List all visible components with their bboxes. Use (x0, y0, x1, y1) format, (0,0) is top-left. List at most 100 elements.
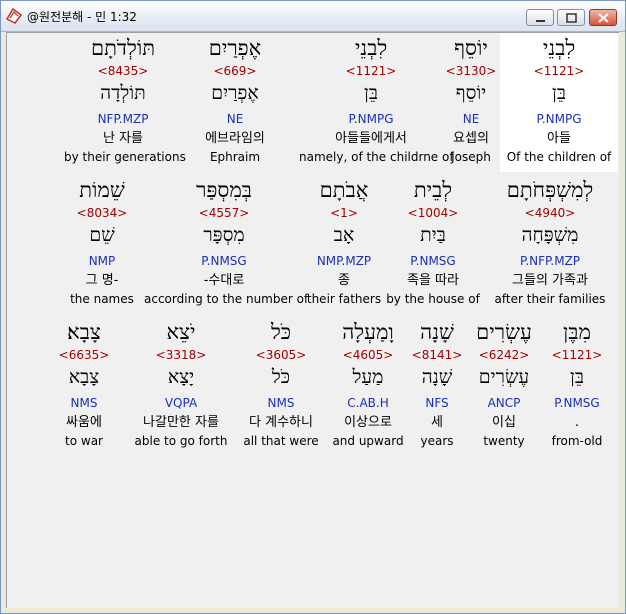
hebrew-word: וָמַעְלָה (342, 320, 394, 344)
korean-gloss: 그 명- (85, 273, 119, 288)
english-gloss: the names (70, 292, 134, 306)
morphology-code: NMP (88, 254, 116, 268)
morphology-code: C.AB.H (347, 396, 389, 410)
strong-number[interactable]: <1> (294, 206, 394, 220)
maximize-button[interactable] (557, 9, 585, 26)
title-bar[interactable]: @원전분해 - 민 1:32 (1, 1, 625, 32)
strong-number[interactable]: <4605> (328, 348, 408, 362)
hebrew-root: אֶפְרַיִם (211, 82, 259, 104)
strong-number[interactable]: <3318> (127, 348, 235, 362)
hebrew-word: שֵׁמוֹת (79, 178, 125, 202)
morphology-code: NE (226, 112, 244, 126)
korean-gloss: . (574, 415, 580, 430)
hebrew-root: יָצָא (167, 366, 195, 388)
hebrew-root: בֵּן (570, 366, 584, 388)
strong-number[interactable]: <1121> (299, 64, 443, 78)
english-gloss: all that were (243, 434, 319, 448)
morphology-code: NMP.MZP (316, 254, 372, 268)
english-gloss: after their families (494, 292, 606, 306)
morphology-code: P.NMSG (201, 254, 247, 268)
korean-gloss: 싸움에 (66, 415, 102, 430)
minimize-button[interactable] (526, 9, 554, 26)
minimize-icon (536, 20, 545, 22)
morphology-code: VQPA (164, 396, 198, 410)
close-button[interactable] (589, 9, 617, 26)
hebrew-word: שָׁנָה (420, 320, 454, 344)
strong-number[interactable]: <8141> (408, 348, 466, 362)
hebrew-word: יֹצֵא (166, 320, 196, 344)
morphology-code: NFP.MZP (97, 112, 149, 126)
strong-number[interactable]: <669> (176, 64, 294, 78)
korean-gloss: 그들의 가족과 (512, 273, 588, 288)
morphology-code: NMS (70, 396, 98, 410)
korean-gloss: 이상으로 (344, 415, 392, 430)
hebrew-word: אֶפְרַיִם (208, 36, 262, 60)
maximize-icon (566, 13, 577, 23)
strong-number[interactable]: <4557> (144, 206, 304, 220)
hebrew-root: מַעַל (352, 366, 384, 388)
morphology-code: P.NFP.MZP (519, 254, 581, 268)
english-gloss: according to the number of (144, 292, 309, 306)
strong-number[interactable]: <3605> (237, 348, 325, 362)
korean-gloss: 나갈만한 자를 (143, 415, 219, 430)
morphology-code: P.NMSG (410, 254, 456, 268)
strong-number[interactable]: <1004> (378, 206, 488, 220)
strong-number[interactable]: <6242> (466, 348, 542, 362)
korean-gloss: 난 자를 (102, 131, 143, 146)
hebrew-word: לִבְנֵי (354, 36, 388, 60)
hebrew-word: בְּמִסְפַּר (196, 178, 252, 202)
english-gloss: namely, of the childrne of (299, 150, 454, 164)
korean-gloss: -수대로 (203, 273, 245, 288)
strong-number[interactable]: <8034> (59, 206, 145, 220)
app-window: @원전분해 - 민 1:32 לִבְנֵי <1121> בֵּן P.NMP… (0, 0, 626, 614)
english-gloss: from-old (551, 434, 603, 448)
hebrew-word: אֲבֹתָם (319, 178, 369, 202)
hebrew-root: בֵּן (364, 82, 378, 104)
hebrew-word: מִבֶּן (563, 320, 591, 344)
english-gloss: their fathers (306, 292, 382, 306)
hebrew-word: לְמִשְׁפְּחֹתָם (506, 178, 594, 202)
morphology-code: NMS (267, 396, 295, 410)
english-gloss: and upward (332, 434, 404, 448)
strong-number[interactable]: <4940> (485, 206, 615, 220)
hebrew-root: עֶשְׂרִים (478, 366, 530, 388)
interlinear-panel[interactable]: לִבְנֵי <1121> בֵּן P.NMPG 아들 Of the chi… (6, 32, 619, 608)
hebrew-root: צָבָא (68, 366, 100, 388)
korean-gloss: 세 (431, 415, 443, 430)
app-logo-icon[interactable] (5, 7, 23, 25)
hebrew-root: תּוֹלְדָה (100, 82, 146, 104)
hebrew-root: שָׁנָה (421, 366, 453, 388)
hebrew-word: תּוֹלְדֹתָם (90, 36, 155, 60)
english-gloss: twenty (483, 434, 525, 448)
close-icon (598, 13, 609, 23)
hebrew-word: לְבֵית (413, 178, 453, 202)
english-gloss: Ephraim (209, 150, 261, 164)
english-gloss: able to go forth (134, 434, 228, 448)
strong-number[interactable]: <8435> (64, 64, 182, 78)
hebrew-root: אָב (333, 224, 355, 246)
morphology-code: NFS (425, 396, 449, 410)
hebrew-word: עֶשְׂרִים (476, 320, 532, 344)
morphology-code: ANCP (487, 396, 521, 410)
hebrew-root: בַּיִת (420, 224, 446, 246)
korean-gloss: 족을 따라 (407, 273, 459, 288)
hebrew-root: מִסְפָּר (203, 224, 245, 246)
korean-gloss: 에브라임의 (205, 131, 265, 146)
english-gloss: to war (65, 434, 103, 448)
strong-number[interactable]: <6635> (51, 348, 117, 362)
english-gloss: by the house of (386, 292, 480, 306)
morphology-code: P.NMPG (348, 112, 394, 126)
korean-gloss: 종 (338, 273, 350, 288)
window-title: @원전분해 - 민 1:32 (27, 10, 137, 24)
korean-gloss: 아들들에게서 (335, 131, 407, 146)
korean-gloss: 다 계수하니 (249, 415, 313, 430)
hebrew-root: כֹּל (271, 366, 291, 388)
hebrew-root: מִשְׁפָּחָה (521, 224, 579, 246)
hebrew-word: צָבָא׃ (67, 320, 101, 344)
english-gloss: years (420, 434, 454, 448)
strong-number[interactable]: <1121> (540, 348, 614, 362)
english-gloss: by their generations (64, 150, 186, 164)
hebrew-root: שֵׁם (89, 224, 115, 246)
korean-gloss: 이십 (492, 415, 516, 430)
hebrew-word: כֹּל (270, 320, 292, 344)
